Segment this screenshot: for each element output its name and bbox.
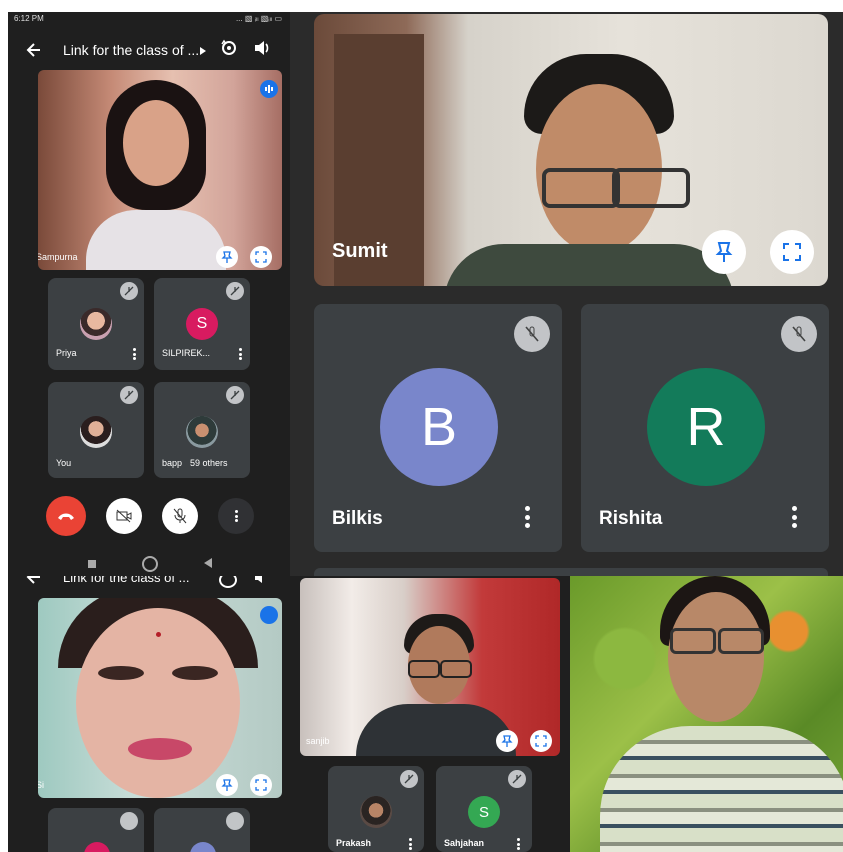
main-video-sumit[interactable]: Sumit: [314, 14, 828, 286]
fullscreen-button[interactable]: [250, 246, 272, 268]
more-options-button[interactable]: [218, 498, 254, 534]
more-options-icon: [234, 510, 238, 522]
main-speaker-name: Sampurna: [38, 252, 78, 262]
status-time: 6:12 PM: [14, 14, 44, 23]
meeting-title[interactable]: Link for the class of ...: [63, 42, 208, 58]
mic-off-icon: [781, 316, 817, 352]
participant-name: Prakash: [336, 838, 372, 848]
title-expand-icon[interactable]: [200, 47, 206, 55]
phone-screen-bottom-left: Link for the class of ... Si: [8, 576, 290, 852]
android-nav-bar: [8, 552, 290, 576]
fullscreen-button[interactable]: [530, 730, 552, 752]
participant-tile-rishita[interactable]: R Rishita: [581, 304, 829, 552]
others-count[interactable]: 59 others: [190, 458, 228, 468]
participant-tile[interactable]: S Sahjahan: [436, 766, 532, 852]
avatar: [360, 796, 392, 828]
participant-tile[interactable]: S SILPIREK...: [154, 278, 250, 370]
participant-name: Bilkis: [332, 508, 383, 529]
avatar: [190, 842, 216, 852]
mic-off-icon: [226, 386, 244, 404]
participant-tile[interactable]: Priya: [48, 278, 144, 370]
main-video-sampurna[interactable]: Sampurna: [38, 70, 282, 270]
profile-photo: [570, 576, 843, 852]
person-figure: [356, 614, 516, 756]
main-video-speaker[interactable]: Si: [38, 598, 282, 798]
participant-name: You: [56, 458, 72, 468]
back-arrow-icon[interactable]: [24, 40, 44, 60]
avatar: S: [186, 308, 218, 340]
home-icon[interactable]: [142, 556, 158, 572]
mic-off-icon: [120, 386, 138, 404]
participant-name: Sahjahan: [444, 838, 485, 848]
pin-button[interactable]: [216, 774, 238, 796]
more-options-icon[interactable]: [238, 348, 242, 360]
camera-off-button[interactable]: [106, 498, 142, 534]
phone-screen-top: 6:12 PM ... ▧ ᵢₗₗ ▧ᵢₗₗ ▭ Link for the cl…: [8, 12, 290, 576]
more-options-icon[interactable]: [132, 348, 136, 360]
more-options-icon[interactable]: [516, 838, 520, 850]
recents-icon[interactable]: [88, 560, 96, 568]
avatar: [80, 308, 112, 340]
participant-name: Priya: [56, 348, 77, 358]
back-nav-icon[interactable]: [204, 558, 212, 568]
participant-tile[interactable]: Prakash: [328, 766, 424, 852]
next-row-tiles: [314, 568, 828, 576]
pin-button[interactable]: [216, 246, 238, 268]
participant-tile[interactable]: [48, 808, 144, 852]
status-icons: ... ▧ ᵢₗₗ ▧ᵢₗₗ ▭: [235, 14, 282, 23]
avatar: B: [380, 368, 498, 486]
participant-name: bapp: [162, 458, 183, 468]
mic-off-icon: [120, 282, 138, 300]
switch-camera-icon[interactable]: [219, 38, 239, 58]
participant-tile[interactable]: [154, 808, 250, 852]
more-options-icon[interactable]: [408, 838, 412, 850]
person-figure: [86, 80, 226, 270]
avatar: [186, 416, 218, 448]
mic-off-icon: [226, 812, 244, 830]
avatar: [80, 416, 112, 448]
desktop-meet-screen: Sumit B Bilkis R Rishita: [290, 12, 843, 576]
pin-button[interactable]: [702, 230, 746, 274]
participant-name: Rishita: [599, 508, 663, 529]
speaking-indicator-icon: [260, 606, 278, 624]
person-figure: [58, 598, 258, 798]
speaker-icon[interactable]: [253, 40, 271, 56]
fullscreen-button[interactable]: [250, 774, 272, 796]
mic-off-icon: [226, 282, 244, 300]
main-video-sanjib[interactable]: sanjib: [300, 578, 560, 756]
more-options-icon[interactable]: [524, 506, 530, 528]
speaker-icon[interactable]: [253, 576, 269, 584]
mic-off-button[interactable]: [162, 498, 198, 534]
speaking-indicator-icon: [260, 80, 278, 98]
avatar: [84, 842, 110, 852]
mic-off-icon: [514, 316, 550, 352]
main-speaker-name: sanjib: [306, 736, 330, 746]
avatar: R: [647, 368, 765, 486]
avatar: S: [468, 796, 500, 828]
person-figure: [444, 54, 734, 286]
pin-button[interactable]: [496, 730, 518, 752]
main-speaker-name: Si: [38, 780, 45, 790]
fullscreen-button[interactable]: [770, 230, 814, 274]
main-speaker-name: Sumit: [332, 240, 388, 262]
back-arrow-icon[interactable]: [24, 576, 44, 584]
phone-screen-bottom-mid: sanjib Prakash S Sahjahan: [290, 576, 570, 852]
participant-name: SILPIREK...: [162, 348, 211, 358]
mic-off-icon: [400, 770, 418, 788]
meeting-title[interactable]: Link for the class of ...: [63, 576, 189, 585]
more-options-icon[interactable]: [791, 506, 797, 528]
participant-tile[interactable]: bapp 59 others: [154, 382, 250, 478]
mic-off-icon: [508, 770, 526, 788]
end-call-button[interactable]: [46, 496, 86, 536]
participant-tile[interactable]: You: [48, 382, 144, 478]
switch-camera-icon[interactable]: [219, 576, 237, 588]
status-bar: 6:12 PM ... ▧ ᵢₗₗ ▧ᵢₗₗ ▭: [8, 12, 290, 26]
person-figure: [600, 576, 843, 852]
mic-off-icon: [120, 812, 138, 830]
participant-tile-bilkis[interactable]: B Bilkis: [314, 304, 562, 552]
